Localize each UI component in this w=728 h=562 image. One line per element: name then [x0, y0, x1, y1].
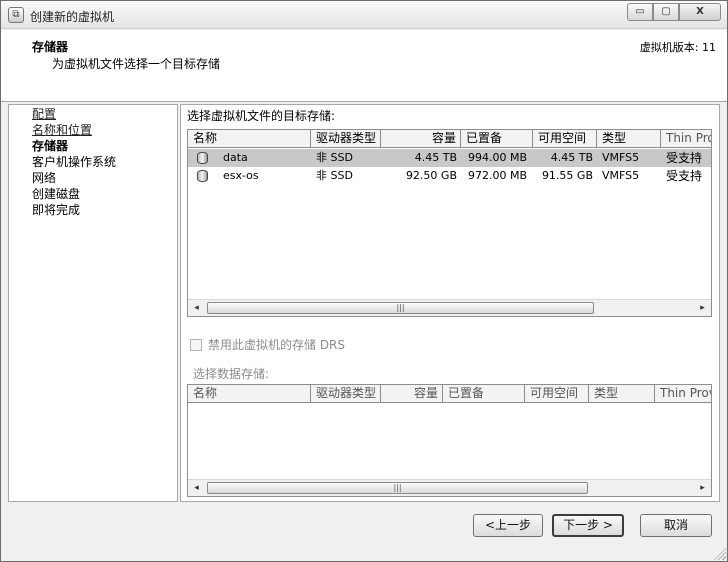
scroll-left-icon[interactable]: ◂	[188, 300, 205, 316]
col-name[interactable]: 名称	[188, 130, 311, 148]
col-thin[interactable]: Thin Pro	[661, 130, 711, 148]
datastore-table: 名称 驱动器类型 容量 已置备 可用空间 类型 Thin Provi ◂ |||…	[187, 384, 712, 497]
row-name: esx-os	[223, 169, 259, 182]
page-title: 存储器	[32, 40, 69, 54]
row-type: VMFS5	[602, 151, 640, 164]
storage-table: 名称 驱动器类型 容量 已置备 可用空间 类型 Thin Pro data 非 …	[187, 129, 712, 317]
nav-step-guest-os: 客户机操作系统	[32, 155, 117, 169]
datastore-table-header: 名称 驱动器类型 容量 已置备 可用空间 类型 Thin Provi	[188, 385, 711, 403]
row-provisioned: 994.00 MB	[468, 151, 528, 164]
row-type: VMFS5	[602, 169, 640, 182]
datastore-label: 选择数据存储:	[193, 367, 270, 381]
datastore-icon	[197, 170, 208, 182]
datastore-table-hscrollbar[interactable]: ◂ ||| ▸	[188, 479, 711, 496]
vm-version-label: 虚拟机版本: 11	[639, 41, 716, 54]
col-thin[interactable]: Thin Provi	[655, 385, 711, 403]
col-type[interactable]: 类型	[597, 130, 661, 148]
nav-step-config[interactable]: 配置	[32, 107, 56, 122]
checkbox-box[interactable]	[190, 339, 202, 351]
table-row[interactable]: data 非 SSD 4.45 TB 994.00 MB 4.45 TB VMF…	[188, 149, 711, 167]
row-name: data	[223, 151, 248, 164]
col-free-space[interactable]: 可用空间	[525, 385, 589, 403]
window-title: 创建新的虚拟机	[30, 10, 115, 24]
scroll-right-icon[interactable]: ▸	[694, 300, 711, 316]
cancel-button[interactable]: 取消	[640, 514, 712, 537]
row-capacity: 92.50 GB	[405, 169, 457, 182]
disable-drs-checkbox[interactable]: 禁用此虚拟机的存储 DRS	[190, 336, 345, 353]
col-provisioned[interactable]: 已置备	[443, 385, 525, 403]
minimize-button[interactable]: ▭	[627, 3, 653, 21]
col-capacity[interactable]: 容量	[381, 385, 443, 403]
nav-step-network: 网络	[32, 171, 57, 185]
row-drive-type: 非 SSD	[316, 169, 353, 182]
nav-step-storage: 存储器	[32, 139, 69, 153]
col-capacity[interactable]: 容量	[381, 130, 461, 148]
table-row[interactable]: esx-os 非 SSD 92.50 GB 972.00 MB 91.55 GB…	[188, 167, 711, 185]
datastore-icon	[197, 152, 208, 164]
row-thin: 受支持	[666, 169, 703, 183]
wizard-header: 存储器 为虚拟机文件选择一个目标存储 虚拟机版本: 11	[1, 30, 727, 102]
storage-heading: 选择虚拟机文件的目标存储:	[187, 109, 336, 123]
page-subtitle: 为虚拟机文件选择一个目标存储	[52, 57, 221, 71]
storage-table-hscrollbar[interactable]: ◂ ||| ▸	[188, 299, 711, 316]
nav-step-create-disk: 创建磁盘	[32, 187, 81, 201]
maximize-button[interactable]: ▢	[653, 3, 679, 21]
scroll-left-icon[interactable]: ◂	[188, 480, 205, 496]
row-provisioned: 972.00 MB	[468, 169, 528, 182]
title-bar: ⧉ 创建新的虚拟机 ▭ ▢ X	[1, 1, 727, 29]
row-capacity: 4.45 TB	[414, 151, 457, 164]
col-drive-type[interactable]: 驱动器类型	[311, 385, 381, 403]
scroll-thumb[interactable]: |||	[207, 482, 588, 494]
row-thin: 受支持	[666, 151, 703, 165]
col-name[interactable]: 名称	[188, 385, 311, 403]
row-drive-type: 非 SSD	[316, 151, 353, 164]
nav-step-name-location[interactable]: 名称和位置	[32, 123, 92, 138]
disable-drs-label: 禁用此虚拟机的存储 DRS	[208, 338, 346, 352]
row-free: 91.55 GB	[541, 169, 593, 182]
col-provisioned[interactable]: 已置备	[461, 130, 533, 148]
close-button[interactable]: X	[679, 3, 721, 21]
nav-step-ready: 即将完成	[32, 203, 81, 217]
vm-app-icon: ⧉	[8, 7, 24, 23]
col-free-space[interactable]: 可用空间	[533, 130, 597, 148]
scroll-thumb[interactable]: |||	[207, 302, 594, 314]
col-drive-type[interactable]: 驱动器类型	[311, 130, 381, 148]
back-button[interactable]: <上一步	[473, 514, 543, 537]
wizard-step-nav: 配置 名称和位置 存储器 客户机操作系统 网络 创建磁盘 即将完成	[8, 104, 178, 502]
col-type[interactable]: 类型	[589, 385, 655, 403]
row-free: 4.45 TB	[550, 151, 593, 164]
scroll-right-icon[interactable]: ▸	[694, 480, 711, 496]
next-button[interactable]: 下一步 >	[552, 514, 624, 537]
window-controls: ▭ ▢ X	[627, 3, 721, 21]
storage-table-header: 名称 驱动器类型 容量 已置备 可用空间 类型 Thin Pro	[188, 130, 711, 148]
